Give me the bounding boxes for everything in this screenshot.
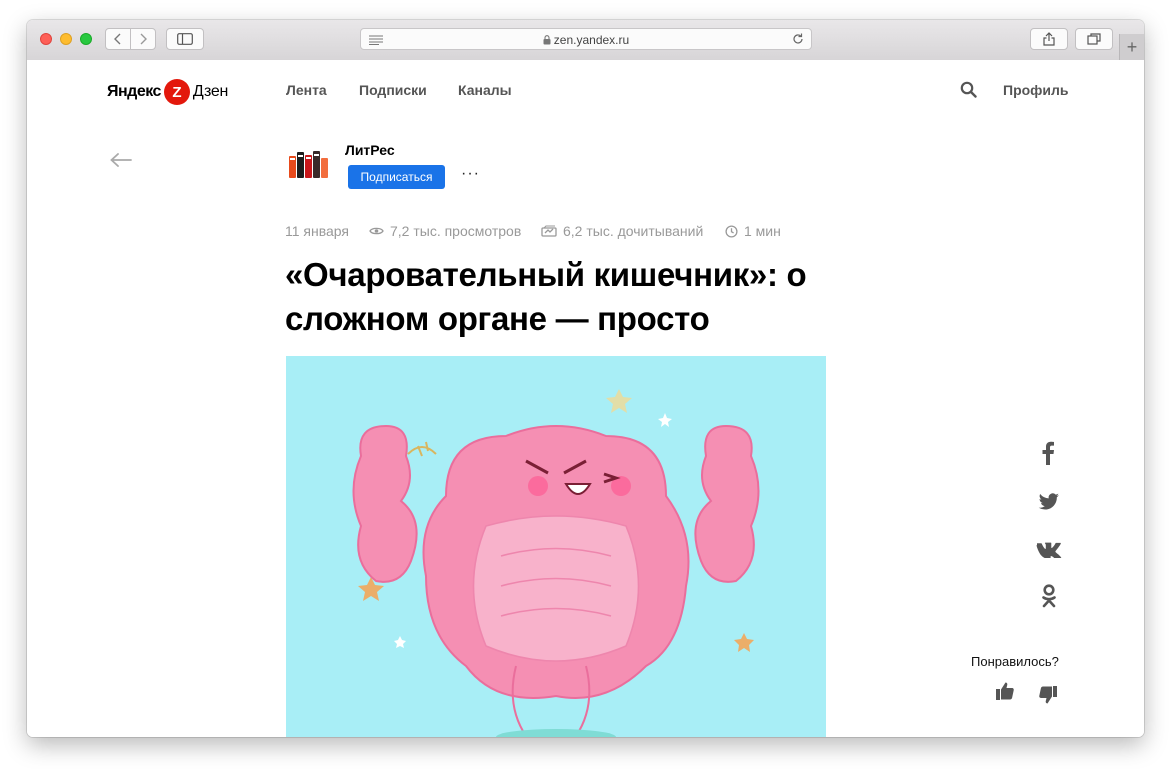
hero-image [286, 356, 826, 737]
tabs-icon [1087, 33, 1101, 45]
twitter-icon[interactable] [1038, 493, 1060, 511]
zoom-window-button[interactable] [80, 33, 92, 45]
read-time-stat: 1 мин [725, 223, 781, 239]
eye-icon [369, 227, 384, 235]
tabs-overview-button[interactable] [1075, 28, 1113, 50]
address-bar[interactable]: zen.yandex.ru [360, 28, 812, 50]
sidebar-toggle-button[interactable] [166, 28, 204, 50]
thumbs-down-icon[interactable] [1038, 685, 1058, 705]
zen-logo[interactable]: Яндекс Z Дзен [107, 79, 228, 105]
article-title: «Очаровательный кишечник»: о сложном орг… [285, 256, 807, 337]
minimize-window-button[interactable] [60, 33, 72, 45]
back-nav-button[interactable] [105, 28, 131, 50]
nav-channels[interactable]: Каналы [458, 82, 512, 98]
lock-icon [543, 35, 551, 45]
vk-icon[interactable] [1036, 542, 1062, 558]
channel-logo[interactable] [287, 148, 331, 182]
zen-z-icon: Z [163, 79, 190, 105]
views-text: 7,2 тыс. просмотров [390, 223, 522, 239]
close-window-button[interactable] [40, 33, 52, 45]
odnoklassniki-icon[interactable] [1041, 584, 1057, 610]
chevron-left-icon [114, 33, 121, 45]
back-arrow-icon[interactable] [109, 152, 133, 168]
url-text: zen.yandex.ru [553, 33, 630, 47]
browser-window: zen.yandex.ru + Яндекс Z Дзен Лента Подп… [27, 20, 1144, 737]
chevron-right-icon [140, 33, 147, 45]
new-tab-button[interactable]: + [1119, 34, 1144, 60]
more-options-button[interactable]: ··· [461, 165, 480, 183]
channel-name[interactable]: ЛитРес [345, 142, 395, 158]
clock-icon [725, 224, 738, 238]
profile-link[interactable]: Профиль [1003, 82, 1069, 98]
address-url: zen.yandex.ru [361, 33, 811, 47]
forward-nav-button[interactable] [130, 28, 156, 50]
subscribe-button[interactable]: Подписаться [348, 165, 445, 189]
sidebar-icon [177, 33, 193, 45]
share-browser-button[interactable] [1030, 28, 1068, 50]
logo-yandex-text: Яндекс [107, 83, 161, 100]
browser-toolbar: zen.yandex.ru + [27, 20, 1144, 61]
views-stat: 7,2 тыс. просмотров [369, 223, 521, 239]
publish-date: 11 января [285, 223, 350, 239]
facebook-icon[interactable] [1041, 441, 1055, 465]
read-time-text: 1 мин [744, 223, 781, 239]
reads-icon [541, 225, 557, 237]
reads-text: 6,2 тыс. дочитываний [563, 223, 704, 239]
nav-feed[interactable]: Лента [286, 82, 327, 98]
thumbs-up-icon[interactable] [995, 681, 1015, 701]
zen-page: Яндекс Z Дзен Лента Подписки Каналы Проф… [27, 60, 1144, 737]
nav-subscriptions[interactable]: Подписки [359, 82, 427, 98]
logo-dzen-text: Дзен [192, 83, 228, 100]
share-icon [1043, 32, 1055, 46]
reads-stat: 6,2 тыс. дочитываний [541, 223, 703, 239]
search-icon[interactable] [960, 81, 977, 98]
liked-question: Понравилось? [971, 654, 1059, 669]
reload-icon[interactable] [792, 33, 804, 45]
